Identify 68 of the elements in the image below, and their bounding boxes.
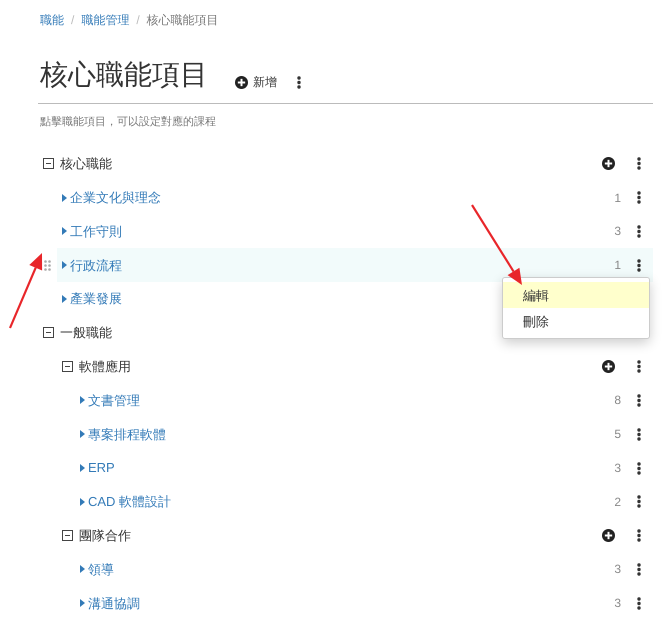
add-button[interactable]: 新增	[235, 73, 277, 91]
menu-item[interactable]: 編輯	[503, 282, 649, 308]
tree-group-label[interactable]: 軟體應用	[79, 356, 131, 376]
more-options-icon	[637, 562, 641, 576]
tree-group-label[interactable]: 團隊合作	[79, 526, 131, 546]
breadcrumb-link[interactable]: 職能	[40, 11, 64, 29]
course-count: 2	[614, 494, 621, 511]
caret-icon[interactable]	[62, 261, 67, 270]
more-options-icon	[637, 495, 641, 508]
tree-item-link[interactable]: 溝通協調	[88, 594, 140, 613]
caret-icon[interactable]	[62, 295, 67, 304]
tree-item-link[interactable]: 行政流程	[70, 256, 122, 276]
add-child-button[interactable]	[602, 360, 615, 374]
drag-handle-icon[interactable]	[44, 260, 51, 271]
more-options-icon	[297, 76, 301, 88]
more-options-icon	[637, 462, 641, 475]
caret-icon[interactable]	[80, 498, 85, 506]
breadcrumb-separator: /	[71, 12, 74, 29]
breadcrumb-link[interactable]: 職能管理	[81, 11, 130, 29]
caret-icon[interactable]	[80, 396, 85, 404]
collapse-icon[interactable]	[62, 361, 73, 372]
tree-item-link[interactable]: ERP	[88, 458, 115, 478]
tree-item-link[interactable]: CAD 軟體設計	[88, 492, 172, 512]
caret-icon[interactable]	[80, 464, 85, 472]
course-count: 1	[614, 190, 621, 207]
more-options-icon	[637, 191, 641, 204]
tree-item-link[interactable]: 文書管理	[88, 390, 140, 410]
page-title: 核心職能項目	[40, 58, 208, 92]
tree-group-label[interactable]: 一般職能	[60, 323, 112, 343]
add-child-button[interactable]	[602, 157, 615, 170]
breadcrumb-separator: /	[136, 12, 140, 29]
more-options-icon	[637, 529, 641, 542]
more-options-icon	[637, 360, 641, 374]
course-count: 3	[614, 460, 621, 478]
tree-item-link[interactable]: 工作守則	[70, 222, 122, 242]
more-options-icon	[637, 224, 641, 238]
course-count: 3	[614, 561, 621, 578]
more-options-icon	[637, 258, 641, 272]
collapse-icon[interactable]	[62, 530, 73, 542]
caret-icon[interactable]	[80, 430, 85, 438]
tree-item-link[interactable]: 領導	[88, 560, 114, 580]
more-options-icon	[637, 394, 641, 407]
more-options-icon	[637, 157, 641, 170]
tree-item-link[interactable]: 專案排程軟體	[88, 424, 166, 444]
add-child-button[interactable]	[602, 529, 615, 542]
caret-icon[interactable]	[62, 194, 67, 202]
more-options-icon	[637, 428, 641, 441]
tree-group-label[interactable]: 核心職能	[60, 154, 112, 174]
breadcrumb-current: 核心職能項目	[146, 12, 219, 29]
course-count: 3	[614, 595, 621, 612]
tree-item-link[interactable]: 企業文化與理念	[70, 188, 161, 208]
more-options-icon	[637, 596, 641, 610]
caret-icon[interactable]	[80, 599, 85, 608]
course-count: 3	[614, 223, 621, 240]
menu-item[interactable]: 刪除	[503, 308, 649, 334]
page-description: 點擊職能項目，可以設定對應的課程	[39, 114, 217, 130]
caret-icon[interactable]	[80, 565, 85, 574]
add-icon	[235, 76, 248, 88]
caret-icon[interactable]	[62, 227, 67, 236]
course-count: 8	[614, 392, 621, 410]
course-count: 5	[614, 426, 621, 444]
add-icon	[602, 529, 615, 542]
course-count: 1	[614, 257, 621, 274]
collapse-icon[interactable]	[43, 327, 54, 338]
collapse-icon[interactable]	[43, 158, 54, 170]
tree-item-link[interactable]: 產業發展	[70, 289, 122, 309]
add-icon	[602, 157, 615, 170]
add-icon	[602, 360, 615, 374]
